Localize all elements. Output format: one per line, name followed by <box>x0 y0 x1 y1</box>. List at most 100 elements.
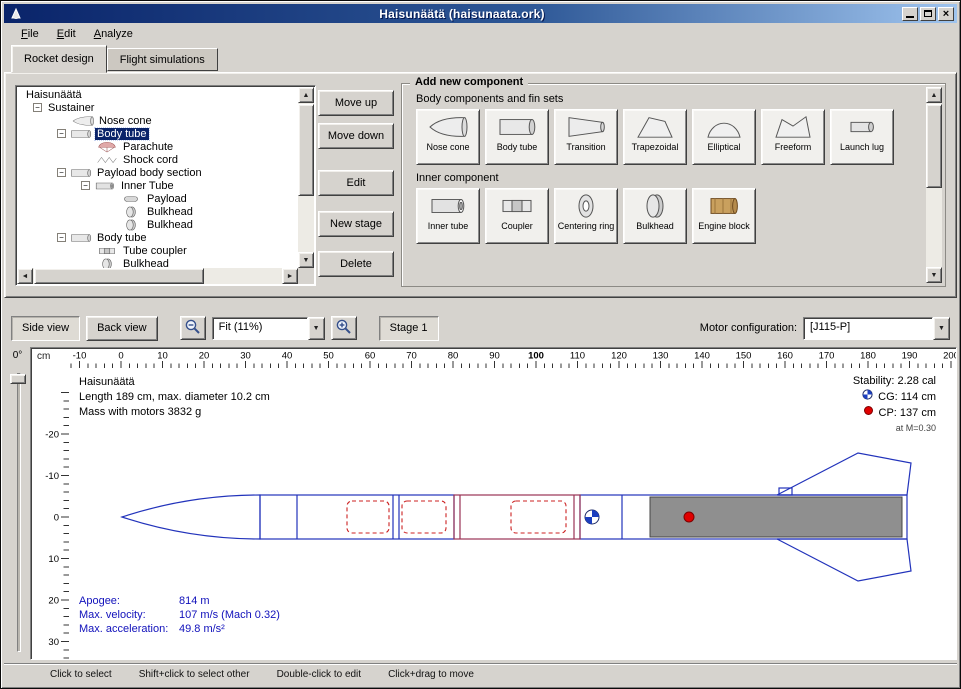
edit-button[interactable]: Edit <box>318 170 394 196</box>
move-up-button[interactable]: Move up <box>318 90 394 116</box>
cp-marker <box>684 512 694 522</box>
parachute-shape[interactable] <box>347 501 389 533</box>
menu-edit[interactable]: Edit <box>48 25 85 43</box>
add-elliptical-button[interactable]: Elliptical <box>692 109 756 165</box>
component-tree[interactable]: Haisunäätä−SustainerNose cone−Body tubeP… <box>18 88 298 268</box>
add-inner-tube-button[interactable]: Inner tube <box>416 188 480 244</box>
tree-item-payload-body-section[interactable]: −Payload body section <box>18 166 298 179</box>
rotation-angle-label: 0° <box>5 350 30 361</box>
palette-button-label: Elliptical <box>707 143 740 152</box>
add-freeform-button[interactable]: Freeform <box>761 109 825 165</box>
titlebar[interactable]: Haisunäätä (haisunaata.ork) × <box>4 4 957 23</box>
stability-info: Stability: 2.28 cal CG: 114 cm CP: 137 c… <box>853 374 936 436</box>
zoom-out-button[interactable] <box>180 316 206 340</box>
tree-item-bulkhead[interactable]: Bulkhead <box>18 257 298 268</box>
motor-configuration-combobox[interactable]: [J115-P] ▼ <box>803 317 950 340</box>
rotation-slider-track[interactable] <box>17 373 21 652</box>
add-centering-ring-button[interactable]: Centering ring <box>554 188 618 244</box>
side-view-button[interactable]: Side view <box>11 316 80 341</box>
tab-rocket-design[interactable]: Rocket design <box>11 45 107 73</box>
scrollbar-thumb[interactable] <box>298 104 314 196</box>
stage-1-toggle[interactable]: Stage 1 <box>379 316 439 341</box>
add-launch-lug-button[interactable]: Launch lug <box>830 109 894 165</box>
tree-item-payload[interactable]: Payload <box>18 192 298 205</box>
tree-item-label: Sustainer <box>46 102 96 114</box>
scroll-down-button[interactable]: ▼ <box>298 252 314 268</box>
tree-item-shock-cord[interactable]: Shock cord <box>18 153 298 166</box>
nose-cone-shape[interactable] <box>122 495 260 539</box>
zoom-combobox[interactable]: Fit (11%) ▼ <box>212 317 325 340</box>
shock-cord-shape[interactable] <box>402 501 446 533</box>
add-transition-button[interactable]: Transition <box>554 109 618 165</box>
rocket-view-canvas[interactable]: -100102030405060708090100110120130140150… <box>30 347 957 660</box>
tree-expander-icon[interactable]: − <box>33 103 42 112</box>
zoom-in-button[interactable] <box>331 316 357 340</box>
motor-combo-arrow-button[interactable]: ▼ <box>933 317 950 340</box>
max-velocity-label: Max. velocity: <box>79 609 179 621</box>
add-bulkhead-button[interactable]: Bulkhead <box>623 188 687 244</box>
body-tube-shape[interactable] <box>260 495 454 539</box>
max-velocity-value: 107 m/s (Mach 0.32) <box>179 609 280 621</box>
launch-lug-shape[interactable] <box>779 488 792 495</box>
add-engine-block-button[interactable]: Engine block <box>692 188 756 244</box>
tree-expander-icon[interactable]: − <box>57 233 66 242</box>
tree-item-label: Inner Tube <box>119 180 176 192</box>
close-button[interactable]: × <box>938 7 954 21</box>
svg-text:20: 20 <box>199 351 210 362</box>
add-trapezoidal-button[interactable]: Trapezoidal <box>623 109 687 165</box>
svg-text:-10: -10 <box>45 471 59 482</box>
tree-item-bulkhead[interactable]: Bulkhead <box>18 205 298 218</box>
rotation-slider-handle[interactable] <box>10 374 26 384</box>
tab-flight-simulations[interactable]: Flight simulations <box>107 48 218 71</box>
payload-shape[interactable] <box>511 501 566 533</box>
tree-vertical-scrollbar[interactable]: ▲ ▼ <box>298 87 314 268</box>
scrollbar-thumb[interactable] <box>34 268 204 284</box>
scroll-down-button[interactable]: ▼ <box>926 267 942 283</box>
cg-legend-icon <box>862 389 873 405</box>
tree-item-body-tube[interactable]: −Body tube <box>18 127 298 140</box>
chevron-down-icon: ▼ <box>313 325 320 332</box>
tree-item-bulkhead[interactable]: Bulkhead <box>18 218 298 231</box>
payload-section-shape[interactable] <box>454 495 580 539</box>
tree-item-label: Bulkhead <box>145 206 195 218</box>
tree-item-haisun-t[interactable]: Haisunäätä <box>18 88 298 101</box>
zoom-combo-arrow-button[interactable]: ▼ <box>308 317 325 340</box>
tree-expander-icon[interactable]: − <box>57 129 66 138</box>
tree-item-nose-cone[interactable]: Nose cone <box>18 114 298 127</box>
scroll-up-button[interactable]: ▲ <box>298 87 314 103</box>
new-stage-button[interactable]: New stage <box>318 211 394 237</box>
delete-button[interactable]: Delete <box>318 251 394 277</box>
view-toolbar: Side view Back view Fit (11%) ▼ Stage 1 … <box>11 313 950 343</box>
back-view-button[interactable]: Back view <box>86 316 158 341</box>
svg-text:180: 180 <box>860 351 876 362</box>
rocket-name: Haisunäätä <box>79 375 270 390</box>
lower-fin-shape[interactable] <box>777 539 911 581</box>
palette-button-label: Transition <box>566 143 605 152</box>
tree-item-sustainer[interactable]: −Sustainer <box>18 101 298 114</box>
tree-item-inner-tube[interactable]: − Inner Tube <box>18 179 298 192</box>
add-coupler-button[interactable]: Coupler <box>485 188 549 244</box>
menu-file[interactable]: File <box>12 25 48 43</box>
minimize-button[interactable] <box>902 7 918 21</box>
application-window: Haisunäätä (haisunaata.ork) × FileEditAn… <box>0 0 961 689</box>
move-down-button[interactable]: Move down <box>318 123 394 149</box>
tree-item-tube-coupler[interactable]: Tube coupler <box>18 244 298 257</box>
scroll-right-button[interactable]: ► <box>282 268 298 284</box>
tree-horizontal-scrollbar[interactable]: ◄ ► <box>17 268 298 284</box>
palette-button-label: Centering ring <box>558 222 615 231</box>
maximize-button[interactable] <box>920 7 936 21</box>
tree-expander-icon[interactable]: − <box>81 181 90 190</box>
add-nose-cone-button[interactable]: Nose cone <box>416 109 480 165</box>
scrollbar-thumb[interactable] <box>926 104 942 188</box>
component-tree-panel: Haisunäätä−SustainerNose cone−Body tubeP… <box>15 85 316 286</box>
add-body-tube-button[interactable]: Body tube <box>485 109 549 165</box>
scroll-up-button[interactable]: ▲ <box>926 87 942 103</box>
menu-analyze[interactable]: Analyze <box>85 25 142 43</box>
palette-vertical-scrollbar[interactable]: ▲ ▼ <box>926 87 942 283</box>
svg-text:50: 50 <box>323 351 334 362</box>
scroll-left-button[interactable]: ◄ <box>17 268 33 284</box>
tree-item-body-tube[interactable]: −Body tube <box>18 231 298 244</box>
upper-fin-shape[interactable] <box>777 453 911 495</box>
tree-item-parachute[interactable]: Parachute <box>18 140 298 153</box>
tree-expander-icon[interactable]: − <box>57 168 66 177</box>
